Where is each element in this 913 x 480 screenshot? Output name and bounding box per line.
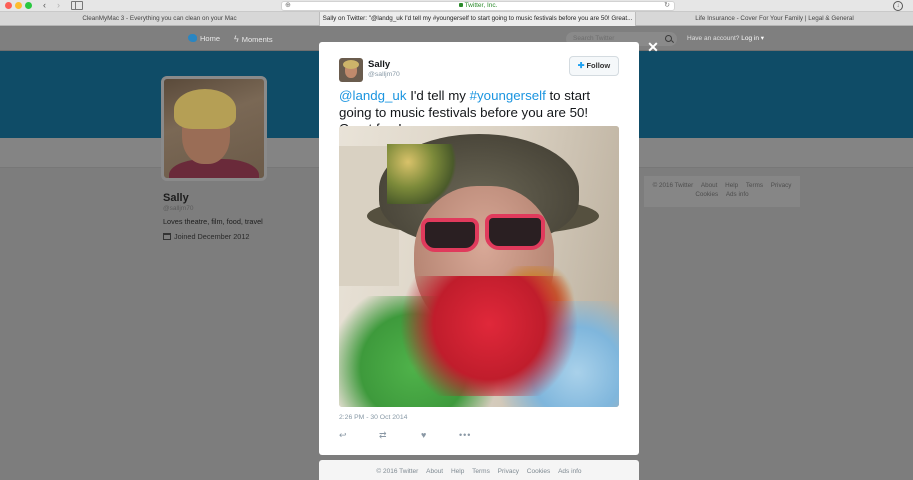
reload-icon[interactable]: ↻: [664, 2, 670, 10]
retweet-icon[interactable]: ⇄: [379, 428, 387, 442]
window-close-button[interactable]: [5, 2, 12, 9]
window-minimize-button[interactable]: [15, 2, 22, 9]
tweet-timestamp[interactable]: 2:26 PM - 30 Oct 2014: [339, 414, 407, 421]
footer-copyright: © 2016 Twitter: [652, 182, 694, 189]
tab-cleanmymac[interactable]: CleanMyMac 3 - Everything you can clean …: [0, 12, 320, 26]
tweet-photo[interactable]: [339, 126, 619, 407]
calendar-icon: [163, 233, 171, 240]
profile-name[interactable]: Sally: [163, 192, 189, 204]
account-prompt: Have an account? Log in ▾: [687, 27, 764, 51]
bird-icon: [188, 34, 197, 42]
like-icon[interactable]: ♥: [421, 428, 426, 442]
profile-joined-text: Joined December 2012: [174, 232, 250, 241]
browser-toolbar: ‹ › ⊕ Twitter, Inc. ↻ ↓: [0, 0, 913, 12]
footer-link-about[interactable]: About: [701, 182, 717, 189]
nav-moments[interactable]: ϟ Moments: [234, 27, 273, 51]
footer-link-privacy[interactable]: Privacy: [771, 182, 792, 189]
url-text: Twitter, Inc.: [282, 2, 674, 10]
bolt-icon: ϟ: [234, 34, 239, 44]
bottom-footer-link-ads-info[interactable]: Ads info: [558, 468, 582, 475]
footer-link-help[interactable]: Help: [725, 182, 738, 189]
bottom-footer-link-help[interactable]: Help: [451, 468, 464, 475]
window-maximize-button[interactable]: [25, 2, 32, 9]
close-icon[interactable]: ✕: [646, 40, 660, 54]
tweet-avatar[interactable]: [339, 58, 363, 82]
follow-button[interactable]: ✚ Follow: [569, 56, 619, 76]
footer-link-ads-info[interactable]: Ads info: [726, 191, 749, 198]
avatar-hair: [174, 89, 236, 129]
url-label: Twitter, Inc.: [464, 2, 498, 9]
tab-twitter[interactable]: Sally on Twitter: "@landg_uk I'd tell my…: [320, 12, 636, 26]
login-link[interactable]: Log in ▾: [741, 35, 764, 42]
tweet-text-part-1: I'd tell my: [410, 88, 466, 103]
reply-icon[interactable]: ↩: [339, 428, 347, 442]
follow-icon: ✚: [577, 61, 585, 70]
profile-bio: Loves theatre, film, food, travel: [163, 217, 263, 226]
bottom-footer-link-cookies[interactable]: Cookies: [527, 468, 550, 475]
tweet-hashtag-link[interactable]: #youngerself: [470, 88, 546, 103]
profile-handle[interactable]: @salljm70: [163, 205, 193, 212]
tweet-avatar-hair: [343, 60, 359, 69]
tab-bar: CleanMyMac 3 - Everything you can clean …: [0, 12, 913, 26]
profile-avatar[interactable]: [161, 76, 267, 181]
nav-home[interactable]: Home: [188, 27, 220, 51]
bottom-footer-link-terms[interactable]: Terms: [472, 468, 490, 475]
profile-joined: Joined December 2012: [163, 232, 249, 241]
sidebar-footer: © 2016 Twitter About Help Terms Privacy …: [644, 176, 800, 207]
footer-link-terms[interactable]: Terms: [746, 182, 763, 189]
bottom-footer-link-privacy[interactable]: Privacy: [498, 468, 519, 475]
photo-glasses-right: [485, 214, 545, 250]
search-icon[interactable]: [665, 35, 672, 42]
forward-icon[interactable]: ›: [53, 1, 64, 10]
tweet-actions: ↩ ⇄ ♥ •••: [339, 428, 489, 442]
back-icon[interactable]: ‹: [39, 1, 50, 10]
nav-home-label: Home: [200, 34, 221, 43]
tweet-mention-link[interactable]: @landg_uk: [339, 88, 406, 103]
lock-icon: [458, 3, 463, 7]
bottom-footer-copyright: © 2016 Twitter: [376, 468, 419, 475]
photo-boa-red: [389, 276, 589, 396]
download-icon[interactable]: ↓: [893, 1, 903, 11]
tweet-modal: Sally @salljm70 ✚ Follow @landg_uk I'd te…: [319, 42, 639, 455]
follow-button-label: Follow: [586, 61, 611, 70]
nav-moments-label: Moments: [241, 35, 273, 44]
modal-footer: © 2016 Twitter About Help Terms Privacy …: [319, 460, 639, 480]
footer-link-cookies[interactable]: Cookies: [695, 191, 718, 198]
tweet-author-name[interactable]: Sally: [368, 59, 390, 70]
sidebar-icon[interactable]: [71, 1, 83, 10]
photo-glasses-left: [421, 218, 479, 252]
more-icon[interactable]: •••: [459, 428, 471, 442]
address-bar[interactable]: ⊕ Twitter, Inc. ↻: [281, 1, 675, 11]
tweet-author-handle[interactable]: @salljm70: [368, 71, 400, 78]
account-prompt-text: Have an account?: [687, 35, 740, 42]
tab-life-insurance[interactable]: Life Insurance - Cover For Your Family |…: [636, 12, 913, 26]
bottom-footer-link-about[interactable]: About: [426, 468, 443, 475]
